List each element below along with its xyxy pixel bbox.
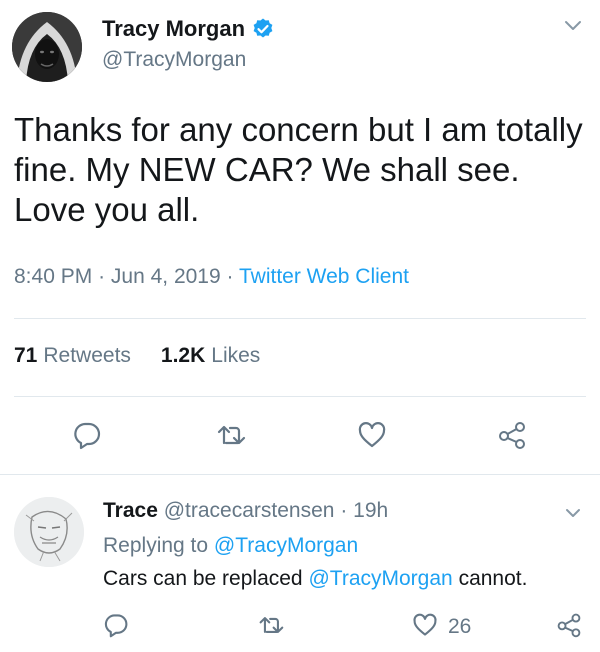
replying-mention[interactable]: @TracyMorgan (214, 534, 358, 557)
author-name[interactable]: Tracy Morgan (102, 16, 245, 42)
tweet-time[interactable]: 8:40 PM (14, 265, 92, 288)
meta-separator: · (226, 265, 234, 288)
tweet-stats: 71 Retweets 1.2K Likes (14, 344, 290, 368)
retweets-stat[interactable]: 71 Retweets (14, 344, 131, 368)
tweet-meta: 8:40 PM · Jun 4, 2019 · Twitter Web Clie… (14, 265, 409, 289)
like-count: 26 (448, 615, 472, 638)
verified-badge-icon (251, 17, 275, 41)
retweets-label: Retweets (43, 344, 131, 367)
reply-text-before: Cars can be replaced (103, 567, 303, 590)
reply-text: Cars can be replaced @TracyMorgan cannot… (103, 567, 527, 591)
replying-to: Replying to @TracyMorgan (103, 534, 358, 558)
chevron-down-icon[interactable] (563, 503, 583, 523)
reply-icon[interactable] (103, 612, 129, 638)
reply-text-mention[interactable]: @TracyMorgan (308, 567, 452, 590)
retweet-icon[interactable] (258, 612, 284, 638)
avatar-image (14, 497, 84, 567)
meta-separator: · (98, 265, 106, 288)
tweet-source[interactable]: Twitter Web Client (239, 265, 409, 288)
reply-icon[interactable] (72, 420, 102, 450)
share-icon[interactable] (556, 612, 582, 638)
retweet-icon[interactable] (216, 420, 246, 450)
share-icon[interactable] (497, 420, 527, 450)
reply-header: Trace @tracecarstensen · 19h (103, 499, 388, 523)
tweet-date[interactable]: Jun 4, 2019 (111, 265, 221, 288)
like-icon[interactable] (357, 420, 387, 450)
avatar[interactable] (14, 497, 84, 567)
main-tweet: Tracy Morgan @TracyMorgan Thanks for any… (0, 0, 600, 474)
reply-text-after: cannot. (458, 567, 528, 590)
tweet-text: Thanks for any concern but I am totally … (14, 111, 583, 228)
retweets-count: 71 (14, 344, 38, 367)
divider (14, 318, 586, 319)
avatar-image (12, 12, 82, 82)
author-handle[interactable]: @tracecarstensen (164, 499, 335, 522)
likes-stat[interactable]: 1.2K Likes (161, 344, 260, 368)
likes-label: Likes (211, 344, 261, 367)
divider (14, 396, 586, 397)
likes-count: 1.2K (160, 344, 206, 367)
tweet-age[interactable]: 19h (353, 499, 388, 522)
meta-separator: · (340, 499, 348, 522)
replying-prefix: Replying to (103, 534, 209, 557)
author-name-row[interactable]: Tracy Morgan (102, 16, 275, 42)
like-icon[interactable] (412, 612, 438, 638)
chevron-down-icon[interactable] (562, 14, 584, 36)
author-name[interactable]: Trace (103, 499, 158, 522)
reply-tweet[interactable]: Trace @tracecarstensen · 19h Replying to… (0, 475, 600, 652)
author-handle[interactable]: @TracyMorgan (102, 48, 246, 72)
avatar[interactable] (12, 12, 82, 82)
